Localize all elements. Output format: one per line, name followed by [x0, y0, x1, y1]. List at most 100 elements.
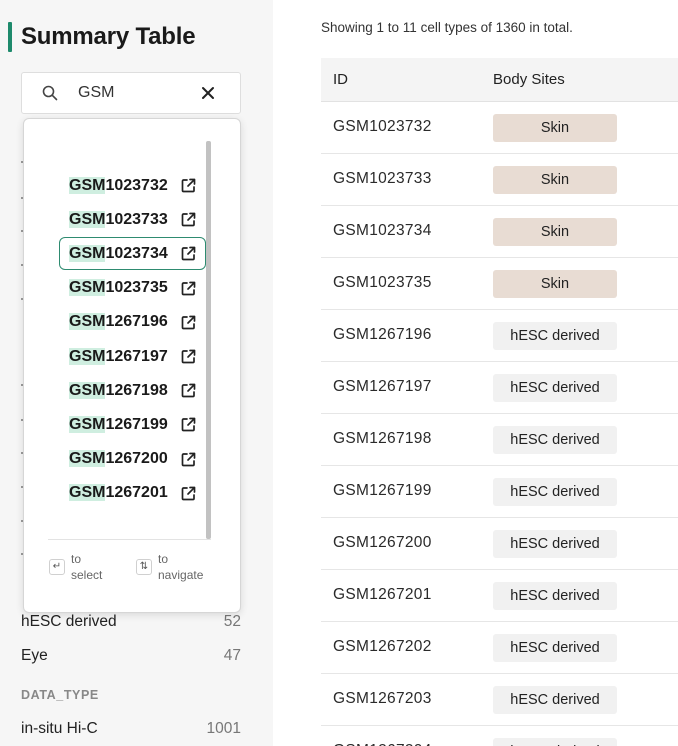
external-link-icon[interactable] — [180, 485, 197, 502]
external-link-icon[interactable] — [180, 211, 197, 228]
suggestion-label: GSM1267199 — [69, 415, 168, 434]
main-content: Showing 1 to 11 cell types of 1360 in to… — [297, 0, 678, 746]
hint-navigate: ⇅ to navigate — [136, 551, 203, 583]
suggestion-label: GSM1267198 — [69, 381, 168, 400]
external-link-icon[interactable] — [180, 280, 197, 297]
row-id: GSM1023732 — [333, 118, 432, 135]
search-suggestions-dropdown: GSM1023732 GSM1023733 GSM1023734 GSM1023735… — [23, 118, 241, 613]
match-highlight: GSM — [69, 313, 106, 331]
row-id: GSM1267201 — [333, 586, 432, 603]
facet-label: hESC derived — [21, 613, 117, 630]
external-link-icon[interactable] — [180, 177, 197, 194]
results-summary: Showing 1 to 11 cell types of 1360 in to… — [321, 20, 573, 35]
suggestion-item[interactable]: GSM1023732 — [59, 169, 206, 202]
table-row[interactable]: GSM1267201 hESC derived — [321, 570, 678, 622]
match-highlight: GSM — [69, 279, 106, 297]
table-row[interactable]: GSM1267199 hESC derived — [321, 466, 678, 518]
suggestion-id-suffix: 1023735 — [105, 279, 168, 297]
external-link-icon[interactable] — [180, 314, 197, 331]
table-row[interactable]: GSM1267204 hESC derived — [321, 726, 678, 746]
table-row[interactable]: GSM1267200 hESC derived — [321, 518, 678, 570]
external-link-icon[interactable] — [180, 382, 197, 399]
suggestion-id-suffix: 1267198 — [105, 381, 168, 399]
suggestion-item[interactable]: GSM1267198 — [59, 374, 206, 407]
facet-item-eye[interactable]: Eye 47 — [21, 647, 241, 665]
body-site-badge: Skin — [493, 166, 617, 194]
suggestion-id-suffix: 1267200 — [105, 450, 168, 468]
suggestion-id-suffix: 1023734 — [105, 244, 168, 262]
match-highlight: GSM — [69, 450, 106, 468]
page-title: Summary Table — [21, 23, 196, 50]
suggestion-item[interactable]: GSM1267196 — [59, 306, 206, 339]
suggestion-item[interactable]: GSM1267201 — [59, 477, 206, 510]
body-site-badge: hESC derived — [493, 634, 617, 662]
row-id: GSM1023735 — [333, 274, 432, 291]
row-id: GSM1267198 — [333, 430, 432, 447]
row-id: GSM1267199 — [333, 482, 432, 499]
table-row[interactable]: GSM1267198 hESC derived — [321, 414, 678, 466]
body-site-badge: hESC derived — [493, 478, 617, 506]
match-highlight: GSM — [69, 484, 106, 502]
dropdown-scrollbar[interactable] — [206, 141, 211, 539]
match-highlight: GSM — [69, 415, 106, 433]
facet-item-hesc-derived[interactable]: hESC derived 52 — [21, 613, 241, 631]
suggestion-label: GSM1023734 — [69, 244, 168, 263]
hint-navigate-label: to navigate — [158, 552, 204, 582]
table-row[interactable]: GSM1267196 hESC derived — [321, 310, 678, 362]
suggestion-item[interactable]: GSM1267200 — [59, 443, 206, 476]
table-row[interactable]: GSM1267202 hESC derived — [321, 622, 678, 674]
suggestion-id-suffix: 1023732 — [105, 176, 168, 194]
suggestion-id-suffix: 1267199 — [105, 415, 168, 433]
search-input[interactable]: GSM — [78, 84, 200, 102]
facet-label: Eye — [21, 647, 48, 664]
hint-select-label: to select — [71, 552, 103, 582]
table-row[interactable]: GSM1023733 Skin — [321, 154, 678, 206]
suggestion-item[interactable]: GSM1267199 — [59, 408, 206, 441]
facet-count: 1001 — [206, 720, 241, 737]
suggestion-item[interactable]: GSM1267197 — [59, 340, 206, 373]
suggestion-item[interactable]: GSM1023733 — [59, 203, 206, 236]
external-link-icon[interactable] — [180, 451, 197, 468]
row-id: GSM1267196 — [333, 326, 432, 343]
table-row[interactable]: GSM1267197 hESC derived — [321, 362, 678, 414]
suggestion-label: GSM1023732 — [69, 176, 168, 195]
arrow-up-down-icon: ⇅ — [136, 559, 152, 575]
row-id: GSM1267204 — [333, 742, 432, 746]
column-header-id[interactable]: ID — [333, 71, 348, 88]
suggestion-label: GSM1267200 — [69, 450, 168, 468]
suggestion-label: GSM1267197 — [69, 347, 168, 366]
table-row[interactable]: GSM1023735 Skin — [321, 258, 678, 310]
body-site-badge: hESC derived — [493, 582, 617, 610]
external-link-icon[interactable] — [180, 245, 197, 262]
row-id: GSM1267197 — [333, 378, 432, 395]
body-site-badge: hESC derived — [493, 530, 617, 558]
search-box[interactable]: GSM — [21, 72, 241, 114]
search-icon — [42, 85, 58, 101]
suggestion-id-suffix: 1267201 — [105, 484, 168, 502]
table-row[interactable]: GSM1023732 Skin — [321, 102, 678, 154]
external-link-icon[interactable] — [180, 348, 197, 365]
body-site-badge: hESC derived — [493, 374, 617, 402]
external-link-icon[interactable] — [180, 416, 197, 433]
facet-heading-data-type: DATA_TYPE — [21, 688, 99, 702]
body-site-badge: hESC derived — [493, 426, 617, 454]
suggestion-label: GSM1023733 — [69, 210, 168, 229]
suggestion-item[interactable]: GSM1023735 — [59, 272, 206, 305]
match-highlight: GSM — [69, 381, 106, 399]
body-site-badge: Skin — [493, 270, 617, 298]
column-header-body-sites[interactable]: Body Sites — [493, 71, 565, 88]
facet-item-in-situ-hic[interactable]: in-situ Hi-C 1001 — [21, 720, 241, 738]
suggestion-label: GSM1267201 — [69, 484, 168, 502]
close-icon[interactable] — [200, 85, 216, 101]
row-id: GSM1267200 — [333, 534, 432, 551]
table-row[interactable]: GSM1023734 Skin — [321, 206, 678, 258]
table-row[interactable]: GSM1267203 hESC derived — [321, 674, 678, 726]
match-highlight: GSM — [69, 210, 106, 228]
sidebar: Summary Table GSM hESC derived 52 Eye 47… — [0, 0, 273, 746]
suggestion-id-suffix: 1023733 — [105, 210, 168, 228]
body-site-badge: hESC derived — [493, 738, 617, 746]
facet-label: in-situ Hi-C — [21, 720, 98, 737]
suggestion-id-suffix: 1267197 — [105, 347, 168, 365]
row-id: GSM1267202 — [333, 638, 432, 655]
suggestion-item[interactable]: GSM1023734 — [59, 237, 206, 271]
